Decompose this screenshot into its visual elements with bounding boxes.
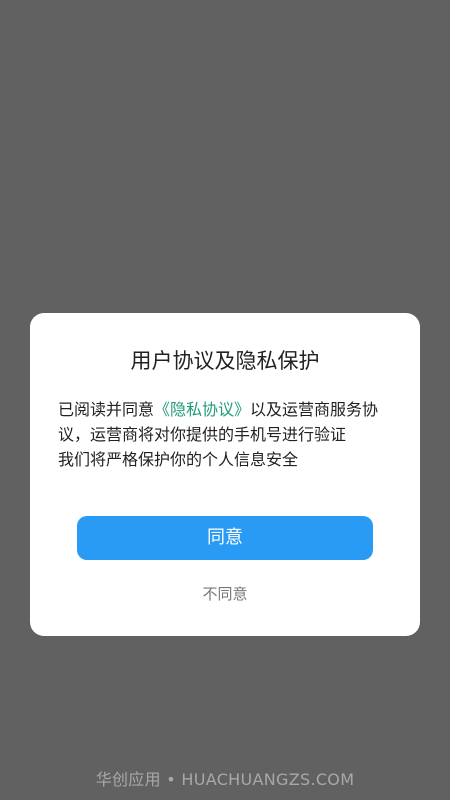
disagree-button[interactable]: 不同意 — [30, 579, 420, 609]
body-security-text: 我们将严格保护你的个人信息安全 — [58, 450, 299, 469]
privacy-agreement-link[interactable]: 《隐私协议》 — [154, 400, 250, 419]
dialog-body: 已阅读并同意《隐私协议》以及运营商服务协议，运营商将对你提供的手机号进行验证 我… — [58, 397, 392, 472]
body-prefix-text: 已阅读并同意 — [58, 400, 155, 419]
screen: { "dialog": { "title": "用户协议及隐私保护", "bod… — [0, 0, 450, 800]
privacy-consent-dialog: 用户协议及隐私保护 已阅读并同意《隐私协议》以及运营商服务协议，运营商将对你提供… — [30, 313, 420, 636]
watermark-text: 华创应用 • HUACHUANGZS.COM — [95, 770, 355, 789]
agree-button[interactable]: 同意 — [77, 516, 373, 560]
dialog-title: 用户协议及隐私保护 — [130, 349, 320, 373]
